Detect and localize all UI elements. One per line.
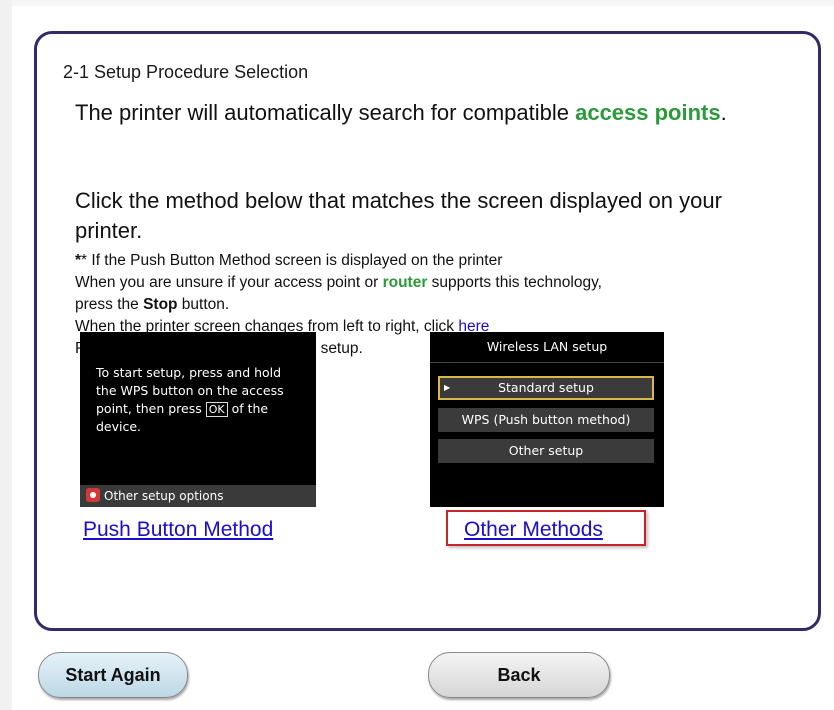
router-term: router	[382, 274, 428, 291]
start-again-button[interactable]: Start Again	[38, 652, 188, 698]
menu-item-wps: WPS (Push button method)	[438, 408, 654, 432]
other-setup-options-label: Other setup options	[104, 489, 224, 503]
headline-green-term: access points	[575, 100, 721, 125]
back-button[interactable]: Back	[428, 652, 610, 698]
selection-arrow-icon: ▶	[444, 383, 451, 392]
push-button-method-link[interactable]: Push Button Method	[83, 518, 273, 542]
headline-end: .	[720, 100, 727, 125]
instruction-text: Click the method below that matches the …	[75, 188, 722, 243]
top-strip	[0, 0, 834, 6]
note-line-1: ** If the Push Button Method screen is d…	[75, 252, 503, 269]
push-screen-message: To start setup, press and hold the WPS b…	[96, 364, 296, 436]
left-strip	[0, 0, 12, 710]
note-line-1-text: * If the Push Button Method screen is di…	[81, 252, 503, 269]
note-line-2-b: supports this technology,	[427, 274, 602, 291]
push-button-screen-image: To start setup, press and hold the WPS b…	[80, 332, 316, 507]
note-line-3: press the Stop button.	[75, 294, 775, 316]
headline-text: The printer will automatically search fo…	[75, 100, 576, 125]
menu-item-standard-setup: ▶ Standard setup	[438, 376, 654, 400]
note-line-2: When you are unsure if your access point…	[75, 272, 775, 294]
note-line-3-b: button.	[177, 296, 230, 313]
stop-term: Stop	[143, 296, 178, 313]
other-methods-link[interactable]: Other Methods	[464, 518, 603, 542]
step-title: 2-1 Setup Procedure Selection	[63, 62, 309, 82]
ok-key-icon: OK	[205, 402, 228, 417]
menu-item-other-setup: Other setup	[438, 439, 654, 463]
push-screen-bottom-bar: Other setup options	[80, 485, 316, 507]
note-line-3-a: press the	[75, 296, 144, 313]
menu-item-label: Standard setup	[498, 380, 594, 395]
wireless-screen-header: Wireless LAN setup	[430, 332, 664, 363]
function-button-icon	[86, 488, 100, 502]
wireless-lan-screen-image: Wireless LAN setup ▶ Standard setup WPS (…	[430, 332, 664, 507]
headline: The printer will automatically search fo…	[75, 98, 755, 128]
note-line-2-a: When you are unsure if your access point…	[75, 274, 383, 291]
